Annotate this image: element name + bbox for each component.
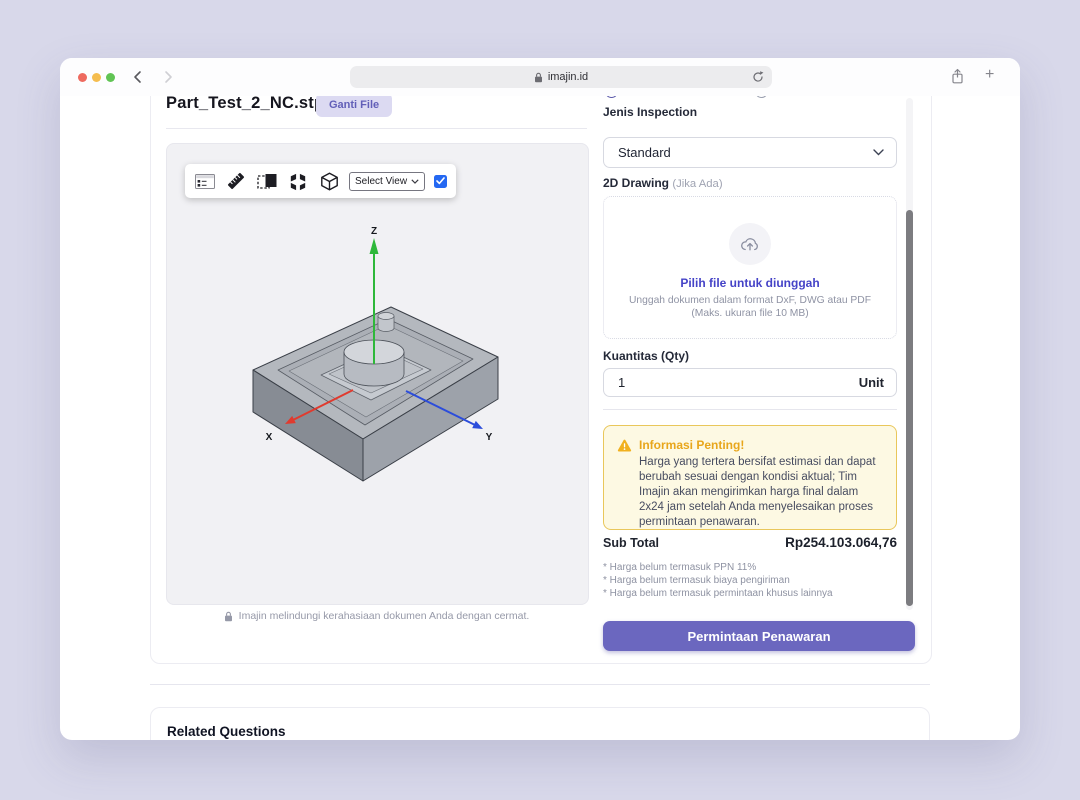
title-divider [166, 128, 587, 129]
quantity-input[interactable]: 1 Unit [603, 368, 897, 397]
axis-x-label: X [266, 432, 273, 443]
check-icon [436, 177, 445, 185]
axis-y-label: Y [486, 432, 493, 443]
request-quote-button[interactable]: Permintaan Penawaran [603, 621, 915, 651]
model-tree-icon[interactable] [194, 169, 216, 193]
browser-window: imajin.id + Part_Test_2_NC.stp Ganti Fil… [60, 58, 1020, 740]
forward-icon[interactable] [161, 70, 175, 84]
part-filename: Part_Test_2_NC.stp [166, 94, 324, 113]
disclaimer-line: * Harga belum termasuk PPN 11% [603, 561, 833, 574]
inspection-select[interactable]: Standard [603, 137, 897, 168]
related-questions-card: Related Questions [150, 707, 930, 740]
chevron-down-icon [873, 149, 884, 156]
notice-body: Harga yang tertera bersifat estimasi dan… [639, 455, 881, 530]
viewer-settings-checkbox[interactable] [434, 175, 447, 188]
upload-circle [729, 223, 771, 265]
subtotal-value: Rp254.103.064,76 [785, 535, 897, 550]
notice-title: Informasi Penting! [639, 438, 744, 452]
related-questions-title: Related Questions [167, 724, 913, 739]
subtotal-row: Sub Total Rp254.103.064,76 [603, 535, 897, 550]
privacy-note: Imajin melindungi kerahasiaan dokumen An… [166, 610, 587, 622]
quantity-unit: Unit [859, 375, 884, 390]
inspection-label: Jenis Inspection [603, 105, 697, 119]
upload-hint: Unggah dokumen dalam format DxF, DWG ata… [619, 294, 881, 320]
drawing-label: 2D Drawing (Jika Ada) [603, 176, 723, 190]
inspection-value: Standard [618, 145, 671, 160]
disclaimer-line: * Harga belum termasuk permintaan khusus… [603, 587, 833, 600]
viewer-toolbar: Select View [185, 164, 456, 198]
back-icon[interactable] [131, 70, 145, 84]
change-file-button[interactable]: Ganti File [316, 93, 392, 117]
url-bar[interactable]: imajin.id [350, 66, 772, 88]
disclaimer-line: * Harga belum termasuk biaya pengiriman [603, 574, 833, 587]
form-divider [603, 409, 897, 410]
subtotal-label: Sub Total [603, 536, 659, 550]
new-tab-icon[interactable]: + [985, 66, 994, 84]
form-scrollbar-thumb[interactable] [906, 210, 913, 606]
quantity-label: Kuantitas (Qty) [603, 349, 689, 363]
section-view-icon[interactable] [256, 169, 278, 193]
drawing-label-suffix: (Jika Ada) [672, 178, 722, 190]
share-icon[interactable] [950, 68, 965, 90]
measure-ruler-icon[interactable] [225, 169, 247, 193]
warning-icon [617, 439, 632, 452]
order-form: General Tolerance Precision Tolerance Je… [603, 88, 897, 611]
privacy-note-text: Imajin melindungi kerahasiaan dokumen An… [239, 610, 530, 622]
select-view-dropdown[interactable]: Select View [349, 172, 425, 191]
browser-chrome: imajin.id + [60, 58, 1020, 96]
maximize-window-button[interactable] [106, 73, 115, 82]
minimize-window-button[interactable] [92, 73, 101, 82]
lock-icon [224, 611, 233, 622]
chevron-down-icon [411, 179, 419, 184]
section-divider [150, 684, 930, 685]
price-disclaimers: * Harga belum termasuk PPN 11% * Harga b… [603, 561, 833, 600]
close-window-button[interactable] [78, 73, 87, 82]
3d-viewer[interactable]: Select View [166, 143, 589, 605]
reload-icon[interactable] [751, 70, 765, 84]
ssl-lock-icon [534, 72, 543, 83]
axis-z-label: Z [371, 226, 377, 237]
3d-model-canvas[interactable]: Z X Y [241, 224, 511, 496]
important-notice: Informasi Penting! Harga yang tertera be… [603, 425, 897, 530]
url-text: imajin.id [548, 71, 588, 83]
cloud-upload-icon [740, 236, 760, 252]
select-view-label: Select View [355, 176, 407, 187]
exploded-view-icon[interactable] [287, 169, 309, 193]
isometric-cube-icon[interactable] [318, 169, 340, 193]
upload-cta[interactable]: Pilih file untuk diunggah [604, 276, 896, 290]
file-upload-dropzone[interactable]: Pilih file untuk diunggah Unggah dokumen… [603, 196, 897, 339]
quantity-value: 1 [618, 375, 625, 390]
